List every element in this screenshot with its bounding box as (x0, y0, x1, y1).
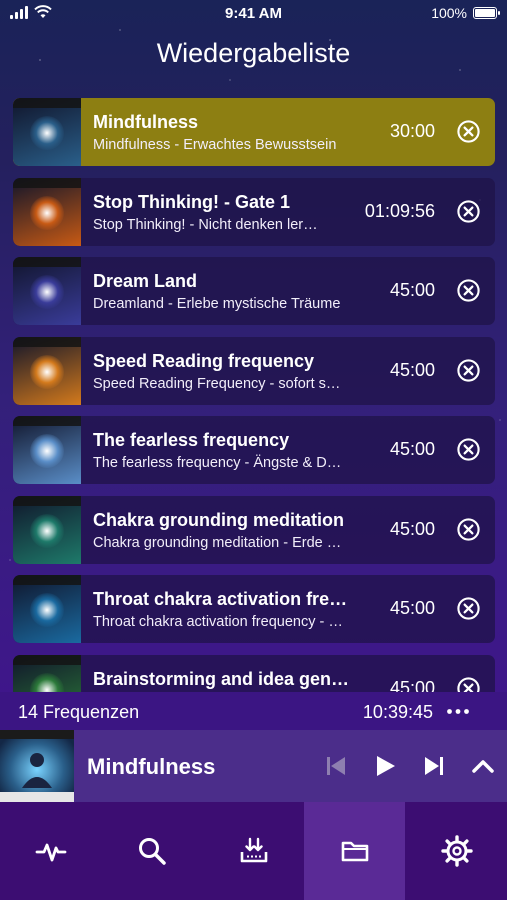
tab-bar (0, 802, 507, 900)
playlist-item[interactable]: The fearless frequency The fearless freq… (13, 416, 495, 484)
now-playing-artwork (0, 730, 74, 802)
status-bar: 9:41 AM 100% (0, 0, 507, 28)
track-artwork (13, 336, 81, 405)
playlist-item[interactable]: Stop Thinking! - Gate 1 Stop Thinking! -… (13, 177, 495, 246)
total-duration: 10:39:45 (362, 702, 433, 722)
track-title: Mindfulness (93, 112, 199, 132)
remove-track-icon[interactable] (456, 119, 481, 144)
track-subtitle: Chakra grounding meditation - Erde … (93, 534, 342, 551)
tab-frequencies[interactable] (0, 802, 101, 900)
track-title: Chakra grounding meditation (93, 509, 345, 530)
playlist-item[interactable]: Mindfulness Mindfulness - Erwachtes Bewu… (13, 98, 495, 166)
tab-playlists[interactable] (304, 802, 405, 900)
track-duration: 45:00 (389, 598, 435, 618)
mini-player[interactable]: Mindfulness (0, 730, 507, 802)
track-artwork (13, 177, 81, 246)
remove-track-icon[interactable] (456, 517, 481, 542)
playlist-item[interactable]: Dream Land Dreamland - Erlebe mystische … (13, 257, 495, 325)
track-title: Throat chakra activation fre… (93, 589, 348, 609)
remove-track-icon[interactable] (456, 437, 481, 462)
track-artwork (13, 495, 81, 564)
now-playing-title: Mindfulness (87, 754, 216, 779)
track-artwork (13, 98, 81, 166)
track-artwork (13, 416, 81, 484)
remove-track-icon[interactable] (456, 358, 481, 383)
track-duration: 45:00 (389, 439, 435, 459)
track-duration: 30:00 (389, 121, 435, 141)
download-icon (240, 837, 267, 863)
pulse-icon (35, 843, 66, 862)
track-title: Stop Thinking! - Gate 1 (93, 191, 290, 212)
track-subtitle: Stop Thinking! - Nicht denken ler… (93, 216, 318, 233)
track-artwork (13, 257, 81, 325)
track-title: Dream Land (93, 271, 198, 291)
track-subtitle: Speed Reading Frequency - sofort s… (93, 375, 341, 392)
playlist-item[interactable]: Chakra grounding meditation Chakra groun… (13, 495, 495, 564)
folder-icon (341, 841, 368, 862)
battery-percent: 100% (431, 5, 467, 21)
playlist-item[interactable]: Speed Reading frequency Speed Reading Fr… (13, 336, 495, 405)
playlist-item[interactable]: Throat chakra activation fre… Throat cha… (13, 575, 495, 643)
tab-downloads[interactable] (203, 802, 304, 900)
next-track-icon[interactable] (420, 752, 448, 780)
track-subtitle: The fearless frequency - Ängste & D… (93, 455, 342, 471)
track-duration: 45:00 (389, 359, 435, 380)
track-artwork (13, 654, 81, 692)
playlist[interactable]: Mindfulness Mindfulness - Erwachtes Bewu… (0, 98, 507, 692)
track-duration: 01:09:56 (364, 200, 435, 221)
track-subtitle: Mindfulness - Erwachtes Bewusstsein (93, 137, 337, 153)
remove-track-icon[interactable] (456, 278, 481, 303)
gear-icon (440, 835, 473, 867)
tab-search[interactable] (101, 802, 202, 900)
remove-track-icon[interactable] (456, 676, 481, 693)
tab-settings[interactable] (406, 802, 507, 900)
track-count: 14 Frequenzen (18, 702, 140, 722)
playlist-item[interactable]: Brainstorming and idea gen… 45:00 (13, 654, 495, 693)
expand-player-icon[interactable] (469, 752, 497, 780)
more-options-icon[interactable] (447, 709, 469, 714)
track-title: Brainstorming and idea gen… (93, 668, 350, 689)
track-subtitle: Dreamland - Erlebe mystische Träume (93, 296, 341, 312)
track-subtitle: Throat chakra activation frequency - … (93, 614, 343, 630)
track-title: Speed Reading frequency (93, 350, 315, 371)
track-duration: 45:00 (389, 280, 435, 300)
page-title: Wiedergabeliste (156, 38, 351, 68)
track-duration: 45:00 (389, 518, 435, 539)
previous-track-icon[interactable] (322, 752, 350, 780)
search-icon (138, 838, 166, 865)
play-icon[interactable] (371, 752, 399, 780)
battery-icon (473, 7, 500, 19)
playlist-summary: 14 Frequenzen 10:39:45 (0, 692, 507, 730)
track-duration: 45:00 (389, 677, 435, 693)
remove-track-icon[interactable] (456, 596, 481, 621)
remove-track-icon[interactable] (456, 199, 481, 224)
track-artwork (13, 575, 81, 643)
track-title: The fearless frequency (93, 430, 290, 450)
